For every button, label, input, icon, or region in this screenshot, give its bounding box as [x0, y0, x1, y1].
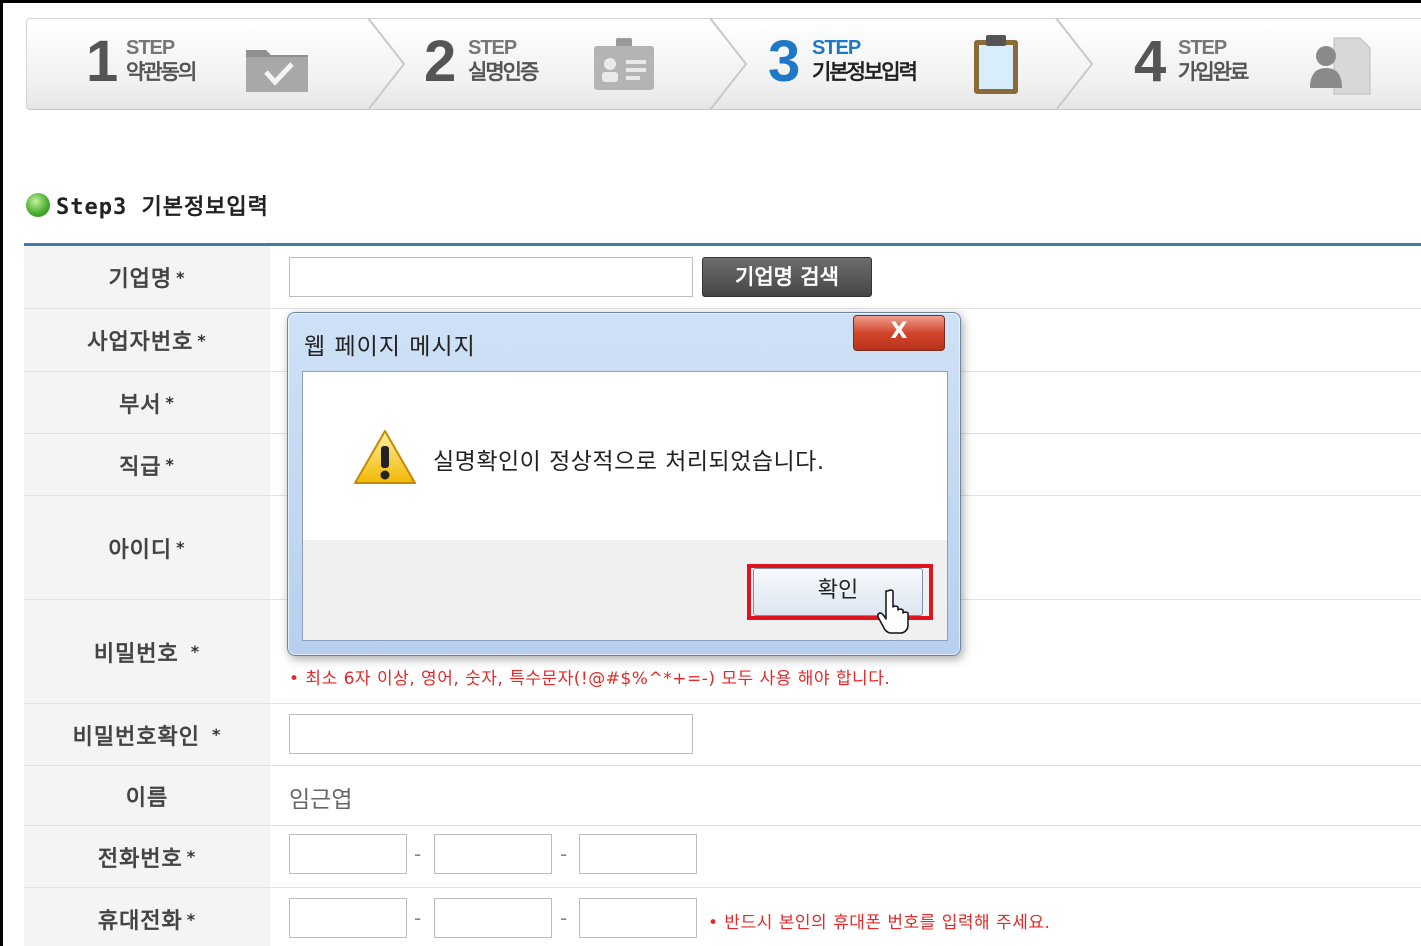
step-number: 1 — [86, 29, 118, 94]
step-word: STEP — [126, 37, 175, 59]
phone-separator: - — [560, 842, 568, 866]
phone-input-3[interactable] — [579, 834, 697, 874]
phone-input-1[interactable] — [289, 834, 407, 874]
name-label: 이름 — [24, 766, 270, 825]
required-mark: * — [176, 538, 186, 557]
required-mark: * — [176, 267, 186, 287]
section-title-text: Step3 기본정보입력 — [56, 195, 269, 220]
position-label-text: 직급 — [119, 454, 162, 480]
step-title: 가입완료 — [1178, 60, 1249, 84]
phone-separator: - — [414, 842, 422, 866]
clipboard-icon — [974, 35, 1018, 94]
required-mark: * — [165, 455, 175, 474]
user-document-icon — [1310, 37, 1371, 95]
hand-pointer-icon — [877, 589, 909, 634]
folder-check-icon — [246, 50, 308, 92]
mobile-separator: - — [560, 906, 568, 930]
password-confirm-input[interactable] — [289, 714, 693, 754]
mobile-label-text: 휴대전화 — [97, 909, 183, 934]
user-id-label-text: 아이디 — [108, 537, 173, 563]
name-label-text: 이름 — [125, 785, 169, 811]
required-mark: * — [212, 725, 222, 744]
required-mark: * — [190, 642, 201, 661]
company-label-text: 기업명 — [108, 267, 173, 292]
step-separator-arrow — [367, 18, 406, 110]
form-row-mobile: 휴대전화 * - - • 반드시 본인의 휴대폰 번호를 입력해 주세요. — [24, 888, 1421, 946]
step-title: 실명인증 — [468, 60, 539, 84]
green-bullet-icon — [26, 193, 50, 217]
step-word: STEP — [812, 37, 861, 59]
mobile-input-2[interactable] — [434, 898, 552, 938]
warning-icon — [354, 430, 416, 484]
mobile-input-3[interactable] — [579, 898, 697, 938]
password-confirm-label: 비밀번호확인 * — [24, 704, 270, 765]
step-number: 3 — [768, 29, 800, 94]
required-mark: * — [197, 330, 207, 350]
step-progress-bar: 1 STEP 약관동의 2 STEP 실명인증 3 STEP 기본정보입력 4 … — [26, 18, 1421, 110]
password-label-text: 비밀번호 — [93, 641, 179, 667]
dialog-title: 웹 페이지 메시지 — [304, 334, 476, 360]
company-label: 기업명 * — [24, 246, 270, 308]
step-title: 약관동의 — [126, 60, 197, 84]
dialog-message: 실명확인이 정상적으로 처리되었습니다. — [433, 449, 825, 475]
step-separator-arrow — [709, 18, 748, 110]
form-row-password-confirm: 비밀번호확인 * — [24, 704, 1421, 766]
mobile-label: 휴대전화 * — [24, 888, 270, 946]
form-row-phone: 전화번호 * - - — [24, 826, 1421, 888]
business-no-label: 사업자번호 * — [24, 309, 270, 371]
form-row-name: 이름 임근엽 — [24, 766, 1421, 826]
business-no-label-text: 사업자번호 — [87, 330, 194, 355]
web-page-message-dialog: 웹 페이지 메시지 X 실명확인이 정상적으로 처리되었습니다. 확인 — [287, 312, 961, 656]
step-word: STEP — [1178, 37, 1227, 59]
step-title: 기본정보입력 — [812, 60, 918, 84]
password-label: 비밀번호 * — [24, 600, 270, 703]
mobile-hint: • 반드시 본인의 휴대폰 번호를 입력해 주세요. — [708, 913, 1051, 933]
department-label-text: 부서 — [119, 392, 162, 418]
phone-input-2[interactable] — [434, 834, 552, 874]
step-number: 4 — [1134, 29, 1166, 94]
step-separator-arrow — [1055, 18, 1094, 110]
company-input[interactable] — [289, 257, 693, 297]
department-label: 부서 * — [24, 372, 270, 433]
password-hint: • 최소 6자 이상, 영어, 숫자, 특수문자(!@#$%^*+=-) 모두 … — [289, 669, 891, 689]
mobile-input-1[interactable] — [289, 898, 407, 938]
name-value: 임근엽 — [289, 787, 353, 813]
dialog-body: 실명확인이 정상적으로 처리되었습니다. 확인 — [302, 371, 948, 641]
user-id-label: 아이디 * — [24, 496, 270, 599]
step-number: 2 — [424, 29, 456, 94]
step-word: STEP — [468, 37, 517, 59]
required-mark: * — [186, 909, 197, 929]
required-mark: * — [165, 393, 175, 412]
dialog-close-button[interactable]: X — [853, 315, 945, 351]
section-title: Step3 기본정보입력 — [26, 190, 269, 220]
company-search-button[interactable]: 기업명 검색 — [702, 257, 872, 297]
phone-label: 전화번호 * — [24, 826, 270, 887]
position-label: 직급 * — [24, 434, 270, 495]
required-mark: * — [186, 847, 197, 866]
id-card-icon — [594, 38, 654, 90]
form-row-company: 기업명 * 기업명 검색 — [24, 246, 1421, 309]
phone-label-text: 전화번호 — [97, 846, 183, 872]
mobile-separator: - — [414, 906, 422, 930]
password-confirm-label-text: 비밀번호확인 — [72, 724, 201, 750]
